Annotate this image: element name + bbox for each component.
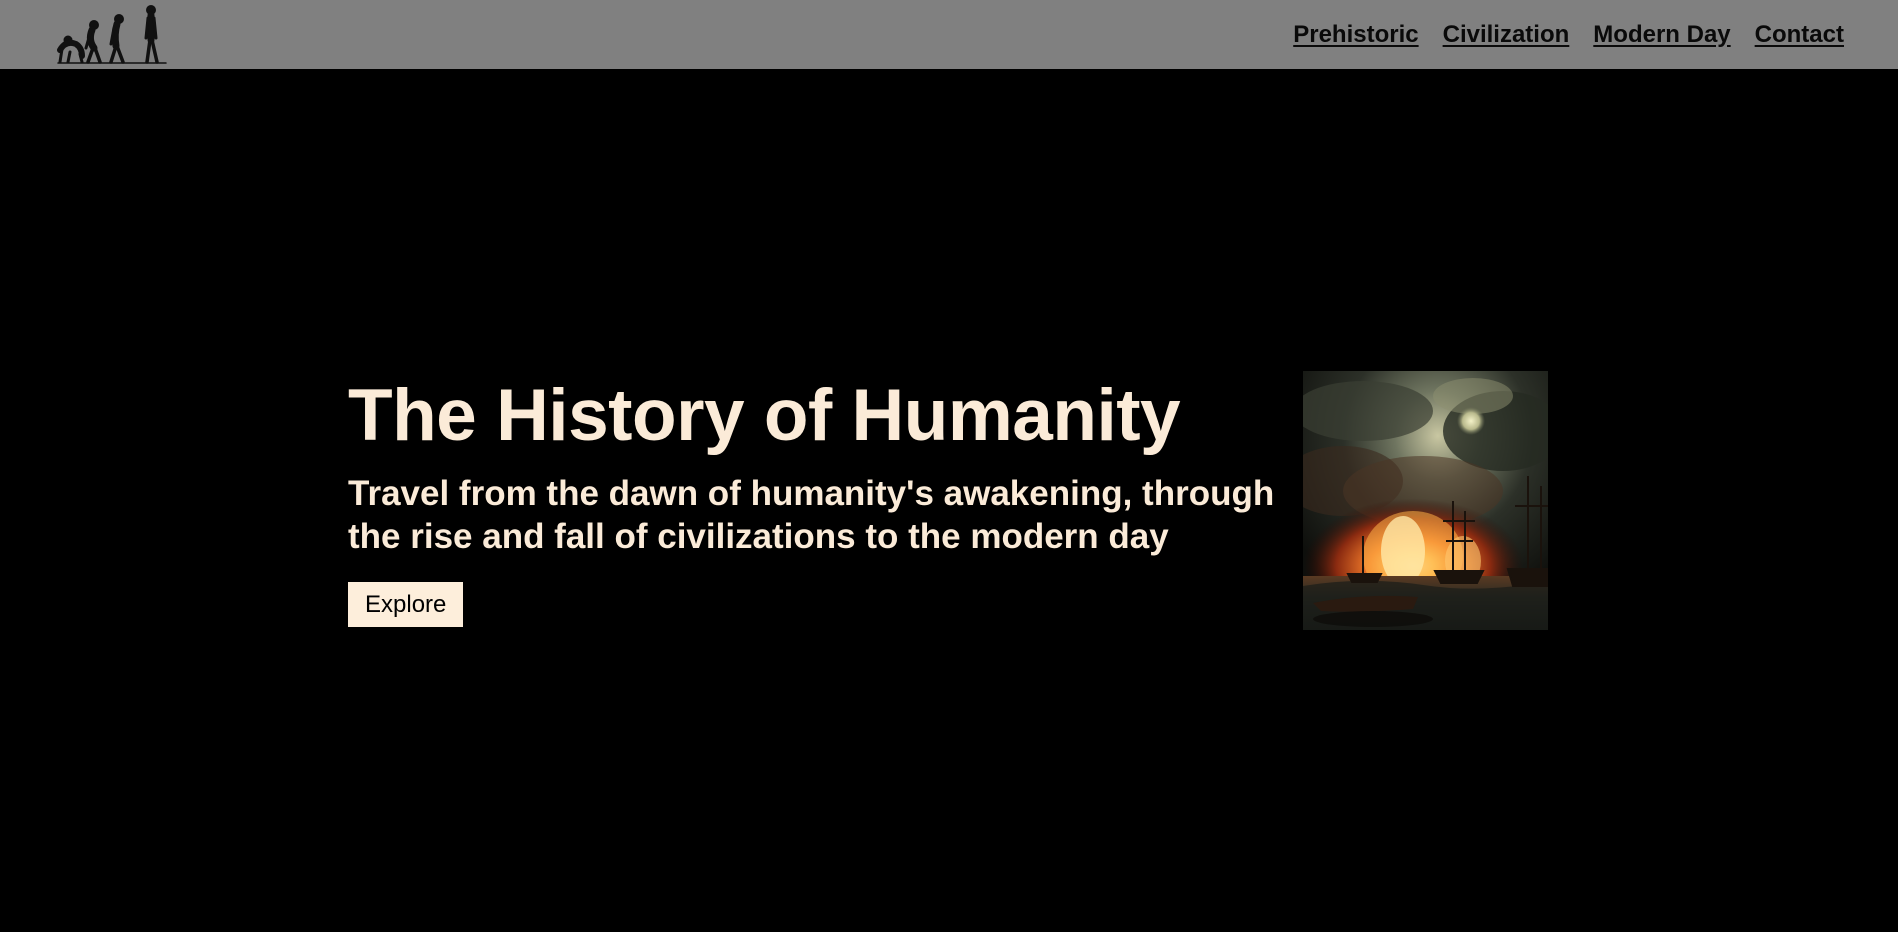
nav-links: Prehistoric Civilization Modern Day Cont… [1293,0,1844,69]
nav-link-civilization[interactable]: Civilization [1443,21,1570,49]
hero-section: The History of Humanity Travel from the … [348,370,1298,627]
nav-link-contact[interactable]: Contact [1755,21,1844,49]
hero-subtitle: Travel from the dawn of humanity's awake… [348,474,1275,556]
evolution-logo-icon[interactable] [56,4,168,66]
nav-link-modern-day[interactable]: Modern Day [1593,21,1730,49]
navbar: Prehistoric Civilization Modern Day Cont… [0,0,1898,69]
naval-battle-painting [1303,371,1548,630]
nav-link-prehistoric[interactable]: Prehistoric [1293,21,1418,49]
explore-button[interactable]: Explore [348,582,464,627]
hero-title: The History of Humanity [348,375,1181,456]
